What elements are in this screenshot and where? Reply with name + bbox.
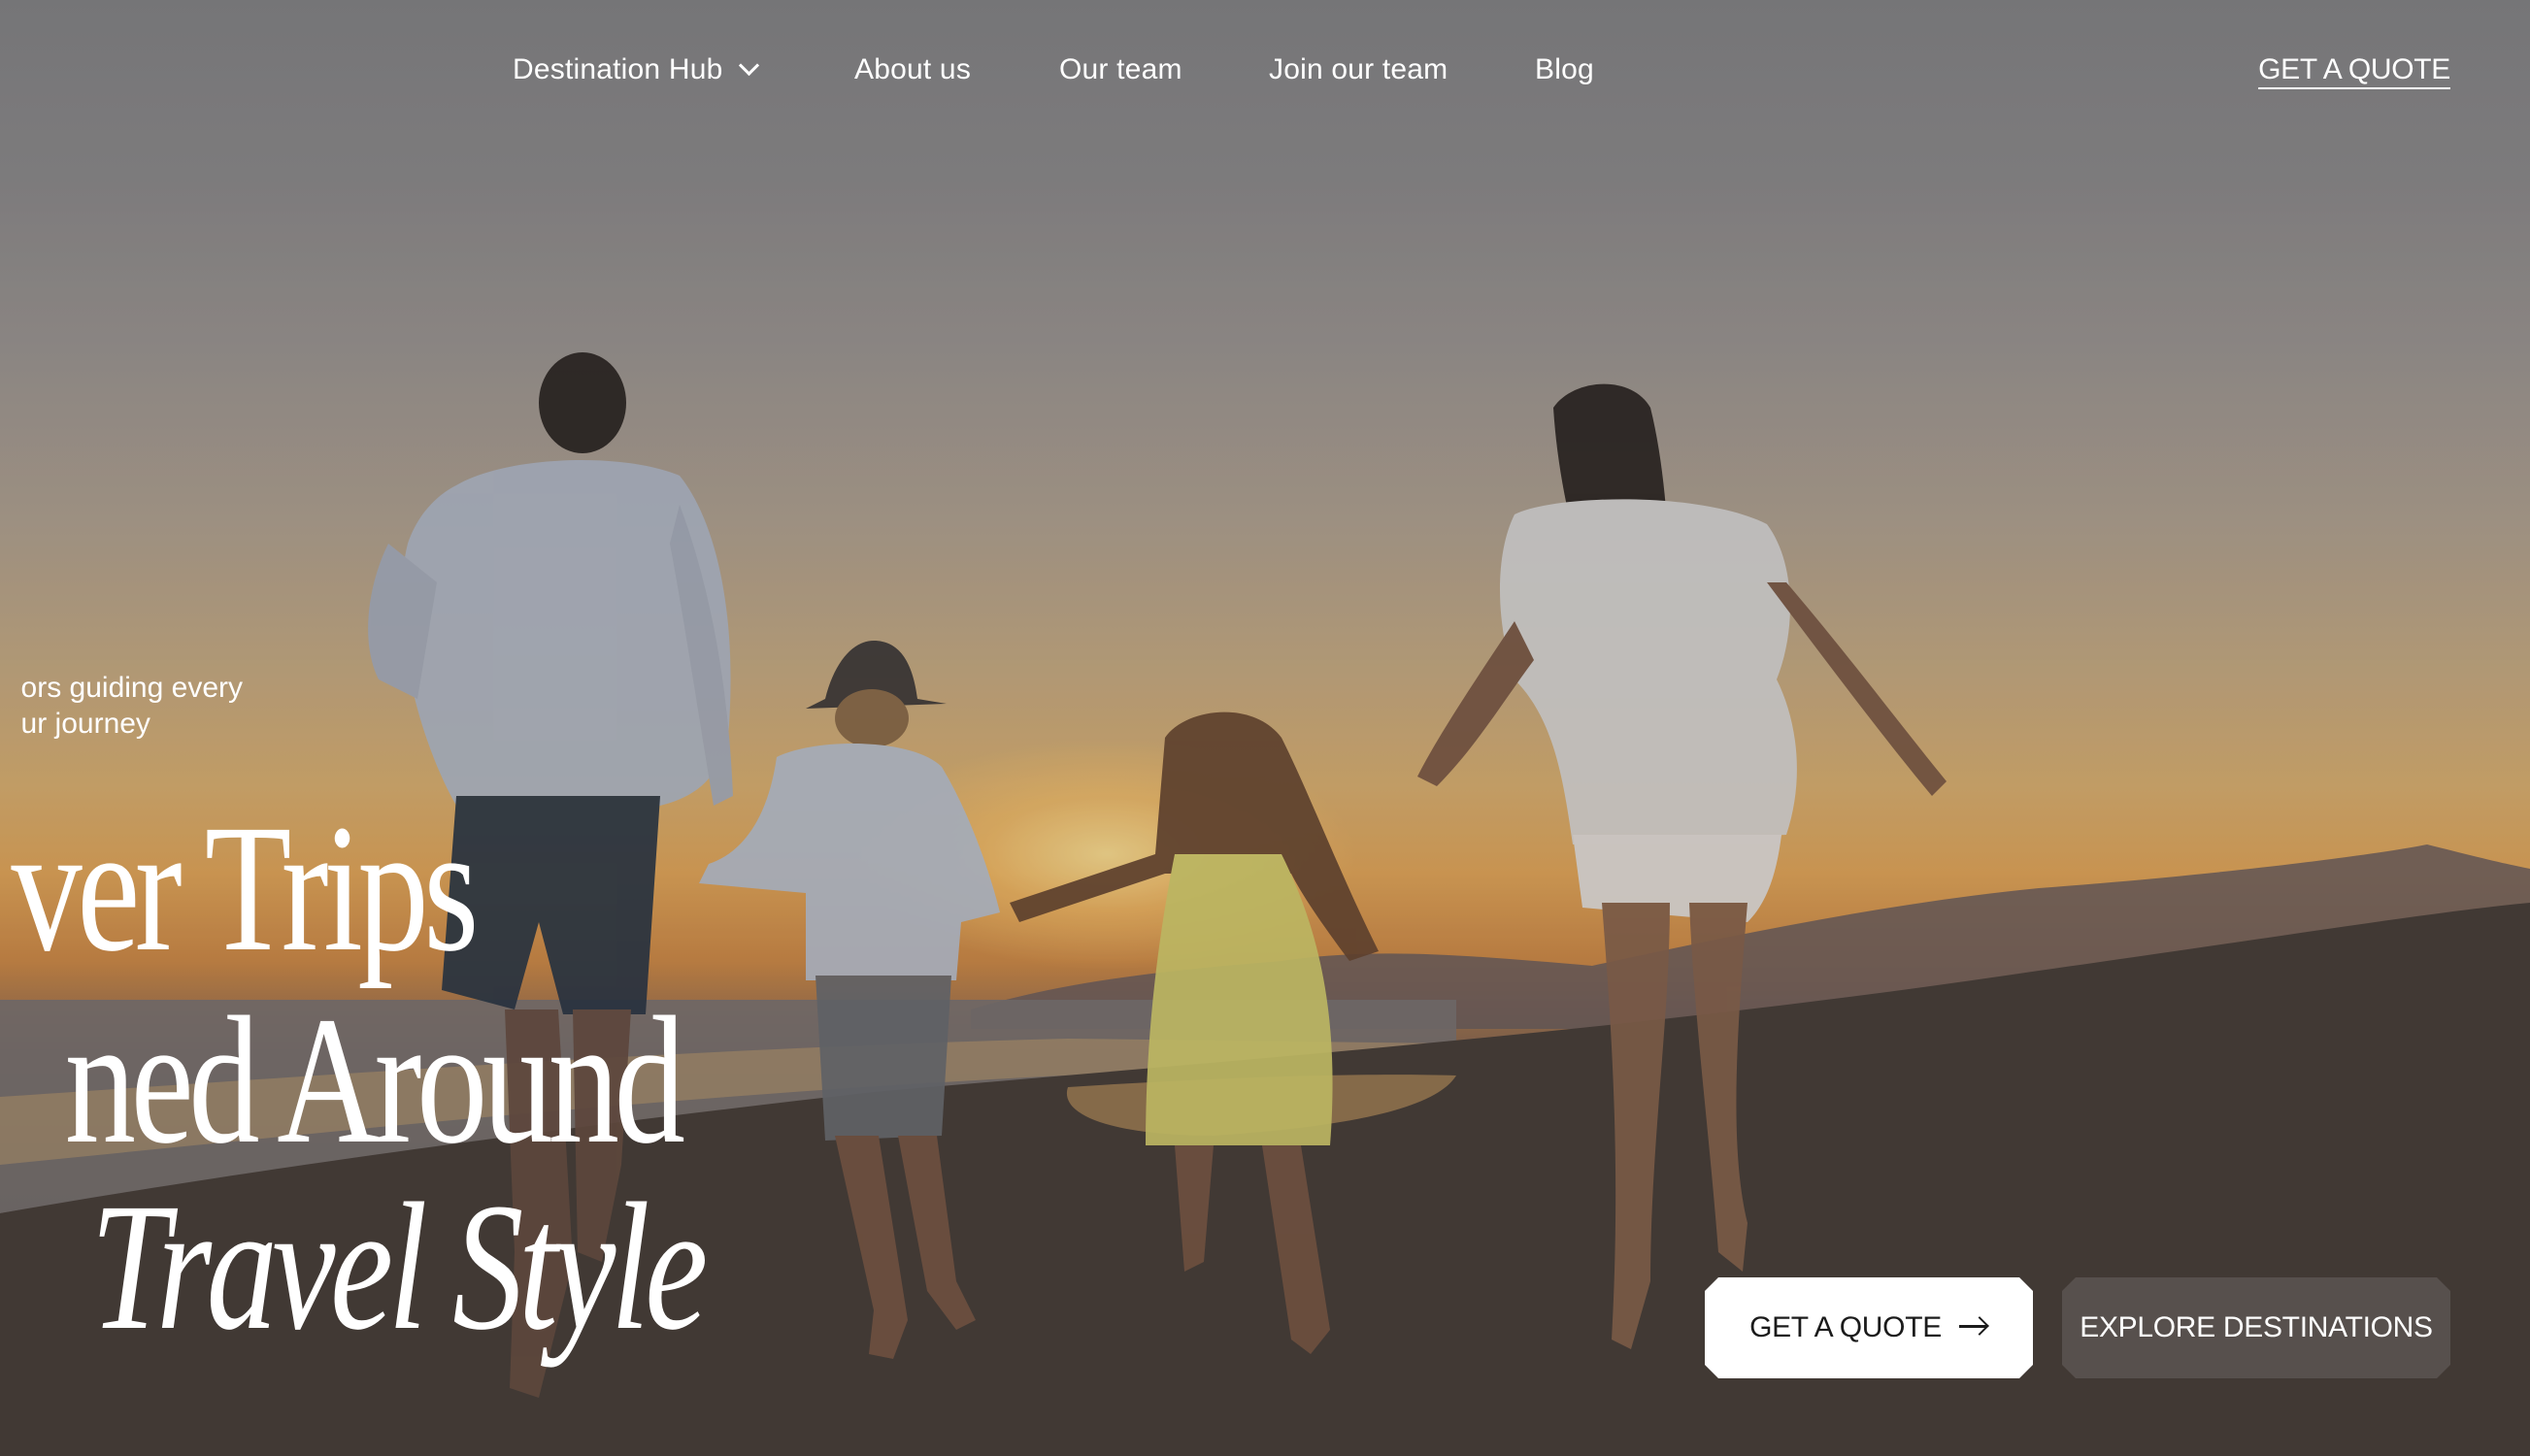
explore-destinations-button-label: EXPLORE DESTINATIONS	[2080, 1311, 2433, 1343]
tagline-line-2: ur journey	[20, 708, 150, 740]
hero-section: Destination Hub About us Our team Join o…	[0, 0, 2530, 1456]
tagline-line-1: ors guiding every	[20, 672, 243, 704]
hero-tagline: ors guiding every ur journey	[0, 670, 243, 747]
nav-item-blog[interactable]: Blog	[1535, 50, 1594, 89]
arrow-right-icon	[1959, 1316, 1988, 1336]
get-a-quote-button[interactable]: GET A QUOTE	[1705, 1277, 2033, 1378]
nav-get-a-quote-link[interactable]: GET A QUOTE	[2258, 50, 2450, 89]
headline-line-2: ned Around	[64, 978, 684, 1181]
nav-item-label: Destination Hub	[513, 53, 723, 85]
hero-headline: ver Trips ned Around Travel Style	[0, 796, 777, 1378]
chevron-down-icon	[739, 54, 760, 77]
headline-line-1: ver Trips	[11, 796, 480, 989]
nav-item-about-us[interactable]: About us	[854, 50, 971, 89]
nav-item-our-team[interactable]: Our team	[1059, 50, 1182, 89]
nav-item-destination-hub[interactable]: Destination Hub	[513, 50, 760, 89]
get-a-quote-button-label: GET A QUOTE	[1749, 1311, 1942, 1343]
explore-destinations-button[interactable]: EXPLORE DESTINATIONS	[2062, 1277, 2450, 1378]
nav-item-join-our-team[interactable]: Join our team	[1269, 50, 1448, 89]
headline-line-3: Travel Style	[90, 1165, 708, 1368]
